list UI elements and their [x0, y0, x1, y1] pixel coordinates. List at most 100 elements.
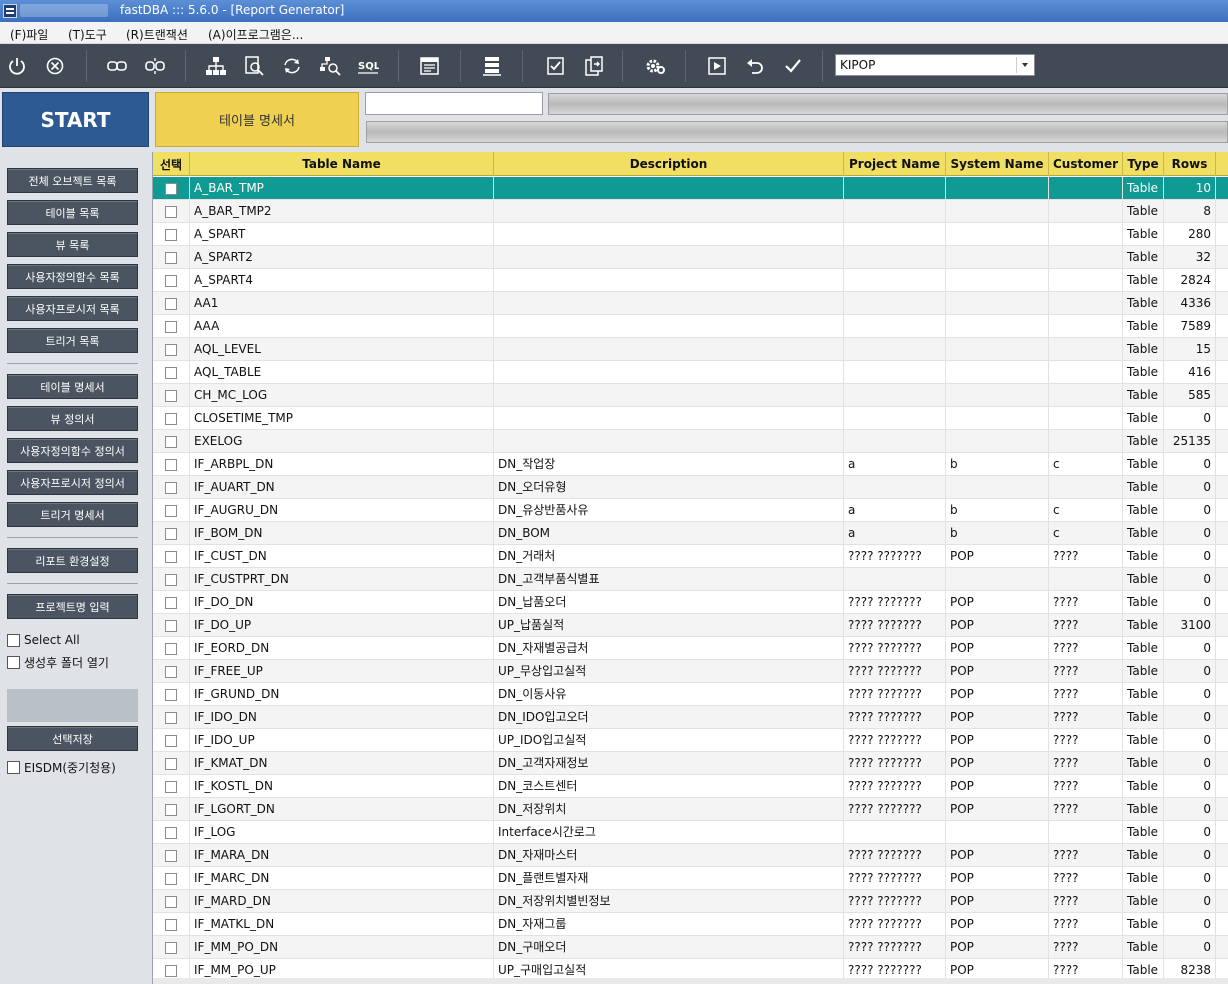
table-row[interactable]: IF_CUSTPRT_DN DN_고객부품식별표 Table 0 — [153, 568, 1228, 591]
checkbox-box[interactable] — [165, 665, 177, 678]
row-checkbox[interactable] — [153, 683, 190, 706]
table-row[interactable]: IF_IDO_UP UP_IDO입고실적???? ??????? POP???? Ta… — [153, 729, 1228, 752]
table-row[interactable]: IF_FREE_UP UP_무상입고실적???? ??????? POP???? Ta… — [153, 660, 1228, 683]
row-checkbox[interactable] — [153, 729, 190, 752]
checklist-icon[interactable] — [542, 52, 570, 80]
gear-icon[interactable] — [641, 52, 669, 80]
table-row[interactable]: A_SPART2 Table 32 — [153, 246, 1228, 269]
table-row[interactable]: IF_GRUND_DN DN_이동사유???? ??????? POP???? Tab… — [153, 683, 1228, 706]
row-checkbox[interactable] — [153, 913, 190, 936]
checkbox-box[interactable] — [165, 504, 177, 517]
confirm-icon[interactable] — [779, 52, 807, 80]
checkbox-box[interactable] — [165, 596, 177, 609]
start-button[interactable]: START — [2, 92, 149, 147]
checkbox-box[interactable] — [165, 320, 177, 333]
row-checkbox[interactable] — [153, 177, 190, 200]
unlink-icon[interactable] — [141, 52, 169, 80]
column-header-customer[interactable]: Customer — [1049, 152, 1123, 176]
view-spec-button[interactable]: 뷰 정의서 — [7, 406, 138, 431]
all-objects-button[interactable]: 전체 오브젝트 목록 — [7, 168, 138, 193]
menu-tools[interactable]: (T)도구 — [68, 26, 107, 43]
checkbox-box[interactable] — [165, 481, 177, 494]
disconnect-icon[interactable] — [41, 52, 69, 80]
checkbox-box[interactable] — [165, 688, 177, 701]
app-icon[interactable] — [3, 4, 17, 18]
save-selection-button[interactable]: 선택저장 — [7, 726, 138, 751]
column-header-select[interactable]: 선택 — [153, 152, 190, 176]
column-header-project-name[interactable]: Project Name — [844, 152, 946, 176]
table-row[interactable]: A_BAR_TMP Table 10 — [153, 177, 1228, 200]
checkbox-box[interactable] — [165, 297, 177, 310]
row-checkbox[interactable] — [153, 246, 190, 269]
checkbox-box[interactable] — [165, 205, 177, 218]
checkbox-box[interactable] — [165, 251, 177, 264]
column-header-rows[interactable]: Rows — [1164, 152, 1216, 176]
table-row[interactable]: IF_EORD_DN DN_자재별공급처???? ??????? POP???? Ta… — [153, 637, 1228, 660]
server-icon[interactable] — [478, 52, 506, 80]
checkbox-box[interactable] — [165, 228, 177, 241]
row-checkbox[interactable] — [153, 545, 190, 568]
row-checkbox[interactable] — [153, 936, 190, 959]
row-checkbox[interactable] — [153, 361, 190, 384]
table-row[interactable]: IF_MM_PO_DN DN_구매오더???? ??????? POP???? Tab… — [153, 936, 1228, 959]
checkbox-box[interactable] — [165, 389, 177, 402]
view-list-button[interactable]: 뷰 목록 — [7, 232, 138, 257]
row-checkbox[interactable] — [153, 200, 190, 223]
column-header-description[interactable]: Description — [494, 152, 844, 176]
checkbox-box[interactable] — [7, 656, 20, 669]
report-settings-button[interactable]: 리포트 환경설정 — [7, 548, 138, 573]
table-row[interactable]: IF_MARD_DN DN_저장위치별빈정보???? ??????? POP????… — [153, 890, 1228, 913]
table-row[interactable]: IF_BOM_DN DN_BOM a b c Table 0 — [153, 522, 1228, 545]
row-checkbox[interactable] — [153, 407, 190, 430]
checkbox-box[interactable] — [165, 412, 177, 425]
function-list-button[interactable]: 사용자정의함수 목록 — [7, 264, 138, 289]
checkbox-box[interactable] — [165, 619, 177, 632]
table-row[interactable]: IF_LOG Interface시간로그 Table 0 — [153, 821, 1228, 844]
checkbox-box[interactable] — [165, 343, 177, 356]
table-row[interactable]: AA1 Table 4336 — [153, 292, 1228, 315]
row-checkbox[interactable] — [153, 223, 190, 246]
table-row[interactable]: AQL_TABLE Table 416 — [153, 361, 1228, 384]
tree-search-icon[interactable] — [316, 52, 344, 80]
run-icon[interactable] — [703, 52, 731, 80]
row-checkbox[interactable] — [153, 453, 190, 476]
table-spec-button[interactable]: 테이블 명세서 — [7, 374, 138, 399]
undo-icon[interactable] — [741, 52, 769, 80]
row-checkbox[interactable] — [153, 476, 190, 499]
export-icon[interactable] — [580, 52, 608, 80]
checkbox-box[interactable] — [165, 734, 177, 747]
checkbox-box[interactable] — [165, 711, 177, 724]
checkbox-box[interactable] — [165, 274, 177, 287]
eisdm-checkbox[interactable]: EISDM(중기청용) — [7, 759, 116, 776]
row-checkbox[interactable] — [153, 338, 190, 361]
checkbox-box[interactable] — [165, 182, 177, 195]
row-checkbox[interactable] — [153, 660, 190, 683]
search-document-icon[interactable] — [240, 52, 268, 80]
table-row[interactable]: AAA Table 7589 — [153, 315, 1228, 338]
table-row[interactable]: A_SPART4 Table 2824 — [153, 269, 1228, 292]
row-checkbox[interactable] — [153, 499, 190, 522]
column-header-table-name[interactable]: Table Name — [190, 152, 494, 176]
report-icon[interactable] — [416, 52, 444, 80]
column-header-type[interactable]: Type — [1123, 152, 1164, 176]
checkbox-box[interactable] — [165, 849, 177, 862]
database-select[interactable]: KIPOP — [835, 54, 1035, 76]
checkbox-box[interactable] — [165, 435, 177, 448]
menu-about[interactable]: (A)이프로그램은... — [208, 26, 303, 43]
checkbox-box[interactable] — [165, 803, 177, 816]
procedure-spec-button[interactable]: 사용자프로시저 정의서 — [7, 470, 138, 495]
checkbox-box[interactable] — [165, 366, 177, 379]
report-mode-label[interactable]: 테이블 명세서 — [155, 92, 359, 147]
table-row[interactable]: IF_DO_DN DN_납품오더???? ??????? POP???? Table 0 — [153, 591, 1228, 614]
row-checkbox[interactable] — [153, 890, 190, 913]
table-row[interactable]: IF_AUART_DN DN_오더유형 Table 0 — [153, 476, 1228, 499]
table-row[interactable]: CH_MC_LOG Table 585 — [153, 384, 1228, 407]
trigger-spec-button[interactable]: 트리거 명세서 — [7, 502, 138, 527]
table-row[interactable]: IF_CUST_DN DN_거래처???? ??????? POP???? Table… — [153, 545, 1228, 568]
sql-icon[interactable]: SQL — [354, 52, 382, 80]
table-row[interactable]: IF_KMAT_DN DN_고객자재정보???? ??????? POP???? Ta… — [153, 752, 1228, 775]
row-checkbox[interactable] — [153, 269, 190, 292]
row-checkbox[interactable] — [153, 522, 190, 545]
checkbox-box[interactable] — [165, 895, 177, 908]
row-checkbox[interactable] — [153, 614, 190, 637]
